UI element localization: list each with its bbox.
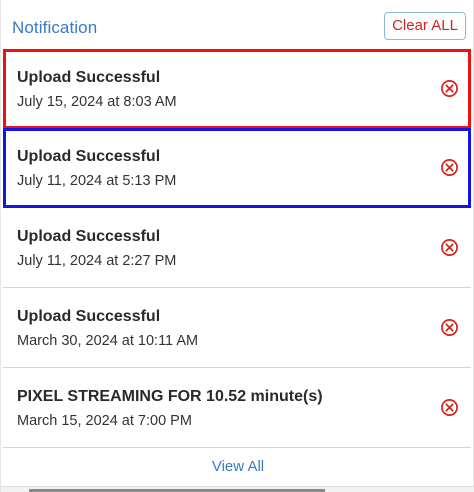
notification-header: Notification Clear ALL — [1, 0, 474, 48]
notification-item-date: March 15, 2024 at 7:00 PM — [17, 413, 192, 429]
notification-item[interactable]: Upload Successful March 30, 2024 at 10:1… — [3, 288, 471, 368]
notification-item-title: Upload Successful — [17, 308, 161, 325]
notification-item[interactable]: Upload Successful July 11, 2024 at 2:27 … — [3, 208, 471, 288]
clear-all-button[interactable]: Clear ALL — [384, 12, 466, 40]
notification-item-date: July 11, 2024 at 2:27 PM — [17, 253, 177, 269]
notification-item-title: Upload Successful — [17, 69, 161, 86]
close-circle-icon[interactable] — [440, 398, 459, 417]
notification-item-title: PIXEL STREAMING FOR 10.52 minute(s) — [17, 388, 323, 405]
notification-title: Notification — [12, 18, 98, 37]
notification-item-date: March 30, 2024 at 10:11 AM — [17, 333, 199, 349]
view-all-link[interactable]: View All — [212, 458, 264, 475]
page-background-strip — [1, 486, 474, 492]
notification-footer: View All — [1, 448, 474, 486]
notification-item[interactable]: PIXEL STREAMING FOR 10.52 minute(s) Marc… — [3, 368, 471, 448]
notification-item[interactable]: Upload Successful July 11, 2024 at 5:13 … — [3, 128, 471, 208]
close-circle-icon[interactable] — [440, 318, 459, 337]
close-circle-icon[interactable] — [440, 79, 459, 98]
notification-item-title: Upload Successful — [17, 228, 161, 245]
notification-item-date: July 11, 2024 at 5:13 PM — [17, 173, 177, 189]
notification-item-date: July 15, 2024 at 8:03 AM — [17, 94, 177, 110]
notification-panel: Notification Clear ALL Upload Successful… — [0, 0, 474, 492]
close-circle-icon[interactable] — [440, 158, 459, 177]
close-circle-icon[interactable] — [440, 238, 459, 257]
notification-item-title: Upload Successful — [17, 148, 161, 165]
notification-item[interactable]: Upload Successful July 15, 2024 at 8:03 … — [3, 49, 471, 129]
